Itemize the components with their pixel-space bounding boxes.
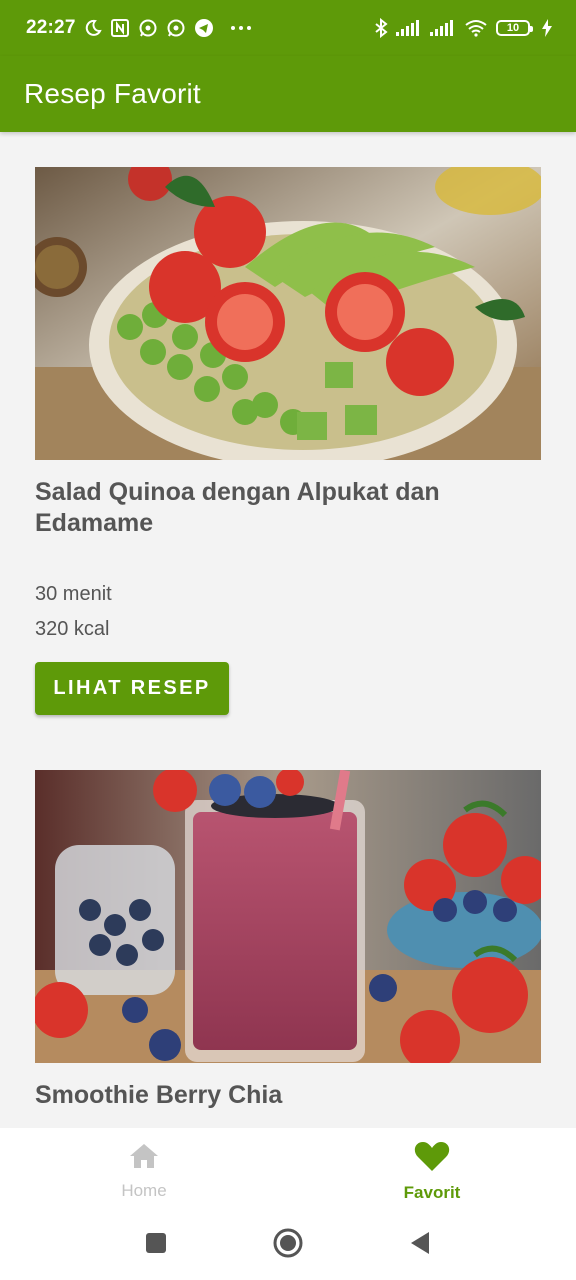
recipe-list[interactable]: Salad Quinoa dengan Alpukat dan Edamame … [0, 132, 576, 1128]
signal-icon [430, 20, 456, 36]
app-bar: Resep Favorit [0, 56, 576, 132]
back-triangle-icon [409, 1231, 431, 1260]
status-right: 10 [374, 18, 552, 38]
nav-label-favorit: Favorit [403, 1182, 461, 1202]
circle-icon [272, 1227, 304, 1264]
view-recipe-button[interactable]: LIHAT RESEP [35, 662, 229, 715]
nfc-icon [110, 18, 130, 38]
recipe-calories: 320 kcal [35, 618, 110, 640]
status-time: 22:27 [26, 17, 76, 38]
charging-icon [542, 19, 552, 37]
home-icon [128, 1142, 160, 1175]
recents-button[interactable] [136, 1225, 176, 1265]
nav-item-favorit[interactable]: Favorit [288, 1128, 576, 1210]
recipe-title: Smoothie Berry Chia [35, 1081, 283, 1109]
recipe-title: Salad Quinoa dengan Alpukat dan Edamame [35, 478, 440, 537]
nav-label-home: Home [121, 1180, 167, 1200]
more-dots-icon [230, 25, 252, 31]
square-icon [145, 1232, 167, 1259]
recipe-image-quinoa-salad [35, 167, 541, 460]
back-button[interactable] [400, 1225, 440, 1265]
nav-item-home[interactable]: Home [0, 1128, 288, 1210]
bluetooth-icon [374, 18, 388, 38]
recipe-image-berry-smoothie [35, 770, 541, 1063]
whatsapp-icon [138, 18, 158, 38]
wifi-icon [464, 19, 488, 37]
status-left: 22:27 [26, 17, 252, 39]
whatsapp-business-icon [166, 18, 186, 38]
heart-icon [414, 1140, 450, 1177]
telegram-icon [194, 18, 214, 38]
battery-icon: 10 [496, 20, 533, 36]
page-title: Resep Favorit [24, 78, 201, 109]
moon-icon [84, 19, 102, 37]
signal-icon [396, 20, 422, 36]
system-navigation-bar [0, 1210, 576, 1280]
bottom-navigation: Home Favorit [0, 1128, 576, 1210]
recipe-card[interactable]: Salad Quinoa dengan Alpukat dan Edamame … [35, 167, 541, 717]
status-bar: 22:27 10 [0, 0, 576, 56]
recipe-card[interactable]: Smoothie Berry Chia [35, 770, 541, 1128]
battery-level: 10 [506, 22, 520, 34]
recipe-duration: 30 menit [35, 583, 112, 605]
home-button[interactable] [268, 1225, 308, 1265]
